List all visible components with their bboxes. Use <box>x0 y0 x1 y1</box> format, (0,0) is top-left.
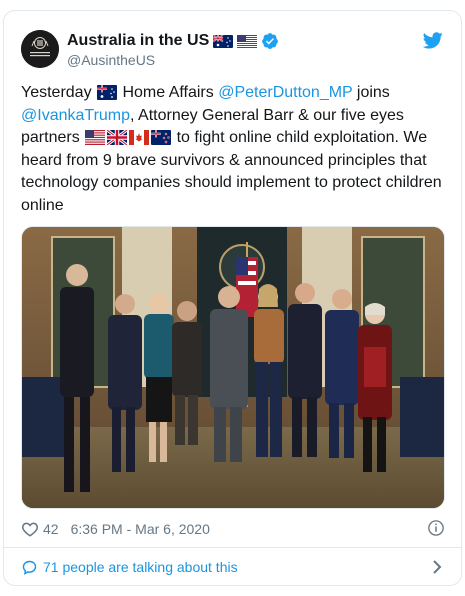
tweet-text-segment: joins <box>352 84 390 101</box>
like-count[interactable]: 42 <box>43 521 59 537</box>
info-icon[interactable] <box>427 519 445 537</box>
new-zealand-flag-icon <box>151 130 172 145</box>
divider <box>4 547 461 548</box>
australia-flag-icon <box>213 34 234 48</box>
tweet-text-segment: Home Affairs <box>118 84 219 101</box>
group-photo-image <box>22 227 444 508</box>
australia-flag-icon <box>97 85 118 100</box>
verified-badge-icon <box>262 33 279 49</box>
twitter-bird-icon[interactable] <box>423 32 443 49</box>
heart-icon[interactable] <box>21 520 39 538</box>
tweet-meta: 42 6:36 PM - Mar 6, 2020 <box>21 518 445 540</box>
canada-flag-icon <box>129 130 150 145</box>
mention-link-peterdutton[interactable]: @PeterDutton_MP <box>218 84 352 101</box>
tweet-photo[interactable] <box>21 226 445 509</box>
chevron-right-icon[interactable] <box>431 559 443 575</box>
mention-link-ivankatrump[interactable]: @IvankaTrump <box>21 107 130 124</box>
uk-flag-icon <box>107 130 128 145</box>
tweet-header: Australia in the US @AusintheUS <box>21 30 445 72</box>
coat-of-arms-icon <box>21 30 59 68</box>
avatar[interactable] <box>21 30 59 68</box>
speech-bubble-icon <box>22 560 37 575</box>
conversation-link[interactable]: 71 people are talking about this <box>21 556 445 578</box>
usa-flag-icon <box>85 130 106 145</box>
usa-flag-icon <box>237 34 258 48</box>
tweet-text-segment: Yesterday <box>21 84 97 101</box>
user-handle[interactable]: @AusintheUS <box>67 52 279 68</box>
talking-label: 71 people are talking about this <box>43 559 238 575</box>
tweet-card: Australia in the US @AusintheUS Yesterda… <box>3 10 462 586</box>
display-name[interactable]: Australia in the US <box>67 32 209 50</box>
tweet-text: Yesterday Home Affairs @PeterDutton_MP j… <box>21 82 449 217</box>
tweet-timestamp[interactable]: 6:36 PM - Mar 6, 2020 <box>71 521 210 537</box>
